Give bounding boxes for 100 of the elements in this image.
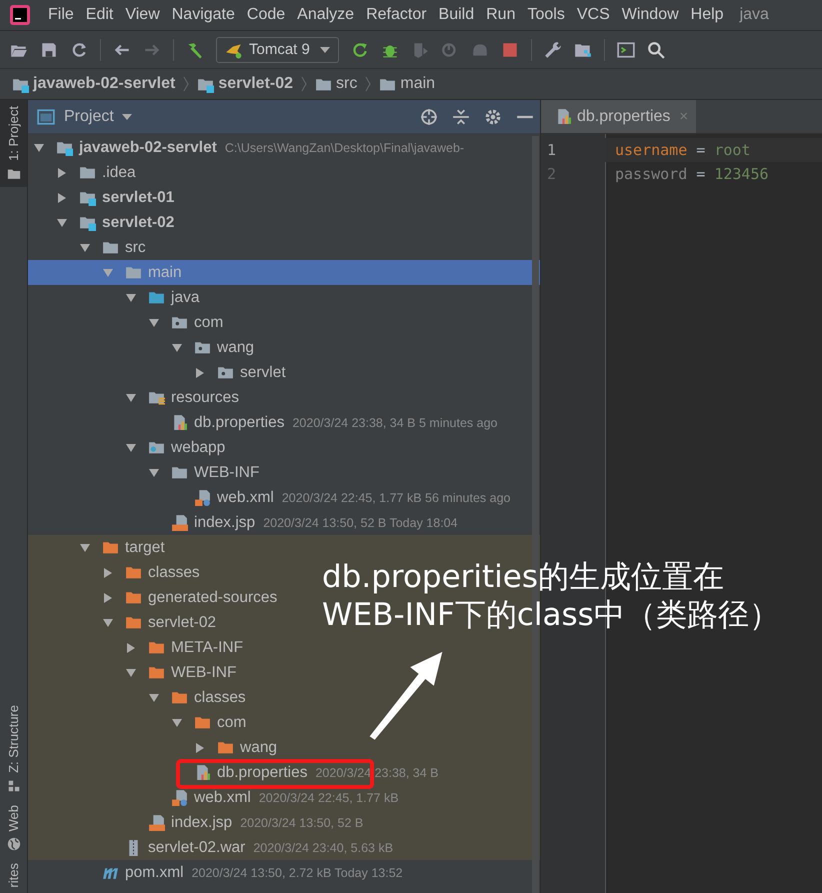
tree-item-label: servlet-02 (102, 214, 174, 232)
tree-item[interactable]: com (172, 710, 246, 735)
collapse-all-icon[interactable] (452, 108, 470, 126)
tree-item[interactable]: WEB-INF (149, 460, 260, 485)
locate-icon[interactable] (420, 108, 438, 126)
breadcrumb-item[interactable]: main (400, 75, 436, 93)
expanded-arrow-icon[interactable] (172, 342, 182, 352)
terminal-icon[interactable] (616, 40, 635, 58)
expanded-arrow-icon[interactable] (103, 618, 113, 628)
tree-item[interactable]: classes (149, 685, 246, 710)
expanded-arrow-icon[interactable] (149, 318, 159, 328)
expanded-arrow-icon[interactable] (149, 468, 159, 478)
tree-item[interactable]: db.properties 2020/3/24 23:38, 34 B 5 minutes ago (149, 410, 498, 435)
tree-item[interactable]: .idea (57, 160, 136, 185)
search-icon[interactable] (646, 40, 665, 58)
structure-icon (6, 778, 20, 793)
expanded-arrow-icon[interactable] (80, 542, 90, 552)
refresh-icon[interactable] (70, 40, 88, 58)
stop-icon[interactable] (500, 40, 519, 58)
hammer-icon[interactable] (186, 40, 204, 58)
folder-icon (102, 239, 119, 256)
file-info-text: 2020/3/24 23:40, 5.63 kB (253, 840, 394, 854)
breadcrumb-item[interactable]: servlet-02 (218, 75, 294, 93)
tree-item[interactable]: webapp (126, 435, 226, 460)
file-info-text: 2020/3/24 13:50, 52 B (240, 816, 364, 830)
expanded-arrow-icon[interactable] (126, 668, 136, 678)
expanded-arrow-icon[interactable] (126, 392, 136, 402)
breadcrumb-item[interactable]: src (336, 75, 358, 93)
tree-item[interactable]: web.xml 2020/3/24 22:45, 1.77 kB 56 minutes ago (172, 485, 511, 510)
source-folder-icon (148, 289, 165, 306)
expanded-arrow-icon[interactable] (34, 142, 44, 152)
view-selector[interactable]: Project (64, 108, 132, 126)
menu-item[interactable]: Refactor (360, 6, 433, 24)
tool-window-tab[interactable]: Z: Structure (0, 699, 27, 799)
menu-item[interactable]: VCS (570, 6, 616, 24)
collapsed-arrow-icon[interactable] (57, 168, 67, 178)
file-info-text: 2020/3/24 22:45, 1.77 kB (258, 790, 399, 804)
menu-item[interactable]: Window (616, 6, 685, 24)
tree-item[interactable]: target (80, 535, 165, 560)
expanded-arrow-icon[interactable] (57, 218, 67, 228)
tree-item[interactable]: servlet-01 (57, 185, 174, 210)
path-text: C:\Users\WangZan\Desktop\Final\javaweb- (224, 140, 464, 154)
wrench-icon[interactable] (544, 40, 562, 58)
rerun-icon[interactable] (350, 40, 369, 58)
editor-tab[interactable]: db.properties × (541, 100, 696, 133)
collapsed-arrow-icon[interactable] (103, 568, 113, 578)
settings-icon[interactable] (484, 108, 502, 126)
collapsed-arrow-icon[interactable] (195, 368, 205, 378)
run-configuration-dropdown[interactable]: Tomcat 9 (216, 36, 339, 62)
tree-item-label: pom.xml (125, 864, 184, 882)
tree-item[interactable]: javaweb-02-servlet C:\Users\WangZan\Desktop\Final\javaweb- (34, 135, 464, 160)
collapsed-arrow-icon[interactable] (103, 592, 113, 602)
menu-item[interactable]: Tools (521, 6, 571, 24)
tree-item[interactable]: resources (126, 385, 240, 410)
expanded-arrow-icon[interactable] (126, 292, 136, 302)
breadcrumb-item[interactable]: javaweb-02-servlet (33, 75, 176, 93)
tree-item[interactable]: pom.xml 2020/3/24 13:50, 2.72 kB Today 13:52 (80, 860, 403, 885)
menu-item[interactable]: Run (480, 6, 522, 24)
menu-item[interactable]: View (119, 6, 166, 24)
tree-item-label: wang (240, 738, 278, 756)
expanded-arrow-icon[interactable] (172, 718, 182, 728)
menu-item[interactable]: Help (684, 6, 730, 24)
tree-item[interactable]: src (80, 235, 146, 260)
menu-item[interactable]: File (42, 6, 80, 24)
globe-icon (6, 837, 20, 852)
window-icon (36, 108, 56, 126)
tree-item-label: web.xml (194, 788, 251, 806)
expanded-arrow-icon[interactable] (80, 242, 90, 252)
tool-window-tab[interactable]: rites (0, 857, 27, 893)
window-title: java (740, 6, 769, 24)
caret-icon (122, 114, 132, 120)
module-folder-icon (79, 214, 96, 231)
tree-item[interactable]: com (149, 310, 224, 335)
tree-item[interactable]: index.jsp 2020/3/24 13:50, 52 B Today 18:04 (149, 510, 458, 535)
tool-window-tab[interactable]: 1: Project (0, 100, 27, 187)
tree-item[interactable]: wang (195, 735, 278, 760)
menu-item[interactable]: Edit (80, 6, 120, 24)
tree-item[interactable]: servlet (195, 360, 286, 385)
tree-item[interactable]: wang (172, 335, 254, 360)
menu-item[interactable]: Code (240, 6, 292, 24)
collapsed-arrow-icon[interactable] (126, 642, 136, 652)
collapsed-arrow-icon[interactable] (57, 192, 67, 202)
jsp-file-icon (148, 814, 165, 831)
file-info-text: 2020/3/24 22:45, 1.77 kB 56 minutes ago (282, 490, 511, 504)
menu-item[interactable]: Analyze (291, 6, 360, 24)
menu-item[interactable]: Navigate (166, 6, 241, 24)
save-icon[interactable] (40, 40, 58, 58)
tree-item-label: com (217, 714, 246, 732)
tool-window-tab[interactable]: Web (0, 798, 27, 858)
properties-file-icon (194, 764, 211, 781)
tree-item-label: db.properties (194, 414, 284, 432)
collapsed-arrow-icon[interactable] (195, 742, 205, 752)
expanded-arrow-icon[interactable] (149, 692, 159, 702)
tree-item[interactable]: servlet-02 (57, 210, 174, 235)
tree-item[interactable]: classes (103, 560, 200, 585)
menu-item[interactable]: Build (432, 6, 480, 24)
chevron-icon (183, 76, 190, 92)
folder-icon (125, 564, 142, 581)
tree-item[interactable]: java (126, 285, 200, 310)
expanded-arrow-icon[interactable] (126, 442, 136, 452)
